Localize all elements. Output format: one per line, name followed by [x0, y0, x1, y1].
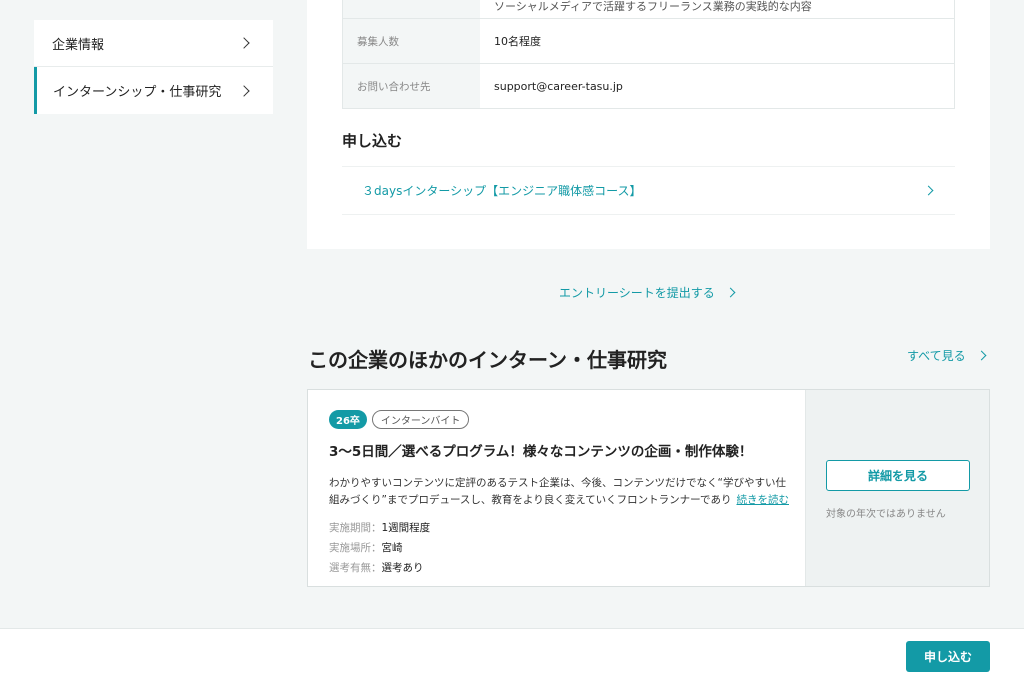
- info-value: support@career-tasu.jp: [494, 79, 623, 93]
- see-all-label: すべて見る: [907, 349, 966, 363]
- internship-title: 3〜5日間／選べるプログラム！様々なコンテンツの企画・制作体験！: [329, 444, 753, 460]
- internship-type-badge: インターンバイト: [371, 410, 470, 429]
- footer-bar: 申し込む: [0, 628, 1024, 683]
- meta-row-location: 実施場所：宮崎: [329, 538, 805, 558]
- info-value: 10名程度: [494, 35, 541, 48]
- internship-description: わかりやすいコンテンツに定評のあるテスト企業は、今後、コンテンツだけでなく“学び…: [329, 475, 789, 509]
- main-card: ソーシャルメディアで活躍するフリーランス業務の実践的な内容 募集人数 10名程度…: [307, 0, 990, 249]
- apply-course-link[interactable]: ３daysインターシップ【エンジニア職体感コース】: [342, 166, 955, 215]
- apply-heading: 申し込む: [342, 132, 403, 150]
- sidebar-item-company-info[interactable]: 企業情報: [34, 20, 273, 67]
- meta-value: 宮崎: [381, 542, 403, 554]
- sidebar-item-label: 企業情報: [52, 37, 105, 53]
- meta-value: 選考あり: [381, 562, 424, 574]
- sidebar-item-internship[interactable]: インターンシップ・仕事研究: [34, 67, 273, 114]
- info-label: [343, 0, 480, 18]
- apply-course-label: ３daysインターシップ【エンジニア職体感コース】: [362, 184, 642, 198]
- badges: 26卒 インターンバイト: [329, 410, 805, 429]
- info-value: ソーシャルメディアで活躍するフリーランス業務の実践的な内容: [494, 0, 812, 13]
- read-more-link[interactable]: 続きを読む: [730, 492, 789, 509]
- table-row: お問い合わせ先 support@career-tasu.jp: [343, 63, 954, 108]
- graduation-year-badge: 26卒: [329, 410, 367, 429]
- not-eligible-note: 対象の年次ではありません: [826, 509, 946, 520]
- internship-card-body: 26卒 インターンバイト 3〜5日間／選べるプログラム！様々なコンテンツの企画・…: [308, 390, 805, 586]
- meta-row-selection: 選考有無：選考あり: [329, 558, 805, 578]
- info-label: 募集人数: [343, 19, 480, 63]
- chevron-right-icon: [238, 37, 250, 49]
- info-label: お問い合わせ先: [343, 64, 480, 108]
- meta-key: 実施期間：: [329, 522, 382, 534]
- internship-description-text: わかりやすいコンテンツに定評のあるテスト企業は、今後、コンテンツだけでなく“学び…: [329, 477, 786, 506]
- chevron-right-icon: [238, 84, 250, 97]
- meta-key: 選考有無：: [329, 562, 382, 574]
- entry-sheet-label: エントリーシートを提出する: [559, 286, 715, 300]
- entry-sheet-link[interactable]: エントリーシートを提出する: [559, 284, 737, 301]
- chevron-right-icon: [725, 287, 736, 298]
- meta-row-period: 実施期間：1週間程度: [329, 518, 805, 538]
- table-row: 募集人数 10名程度: [343, 18, 954, 63]
- internship-card: 26卒 インターンバイト 3〜5日間／選べるプログラム！様々なコンテンツの企画・…: [307, 389, 990, 587]
- see-all-link[interactable]: すべて見る: [907, 347, 988, 364]
- internship-meta: 実施期間：1週間程度 実施場所：宮崎 選考有無：選考あり: [329, 518, 805, 578]
- table-row: ソーシャルメディアで活躍するフリーランス業務の実践的な内容: [343, 0, 954, 18]
- apply-button[interactable]: 申し込む: [906, 641, 990, 672]
- chevron-right-icon: [923, 185, 934, 196]
- section-title: この企業のほかのインターン・仕事研究: [308, 348, 667, 372]
- internship-card-aside: 詳細を見る 対象の年次ではありません: [805, 390, 989, 586]
- meta-value: 1週間程度: [381, 522, 431, 534]
- sidebar-item-label: インターンシップ・仕事研究: [53, 85, 222, 100]
- chevron-right-icon: [976, 350, 987, 361]
- meta-key: 実施場所：: [329, 542, 382, 554]
- view-details-button[interactable]: 詳細を見る: [826, 460, 970, 491]
- info-table: ソーシャルメディアで活躍するフリーランス業務の実践的な内容 募集人数 10名程度…: [342, 0, 955, 109]
- sidebar: 企業情報 インターンシップ・仕事研究: [34, 20, 273, 114]
